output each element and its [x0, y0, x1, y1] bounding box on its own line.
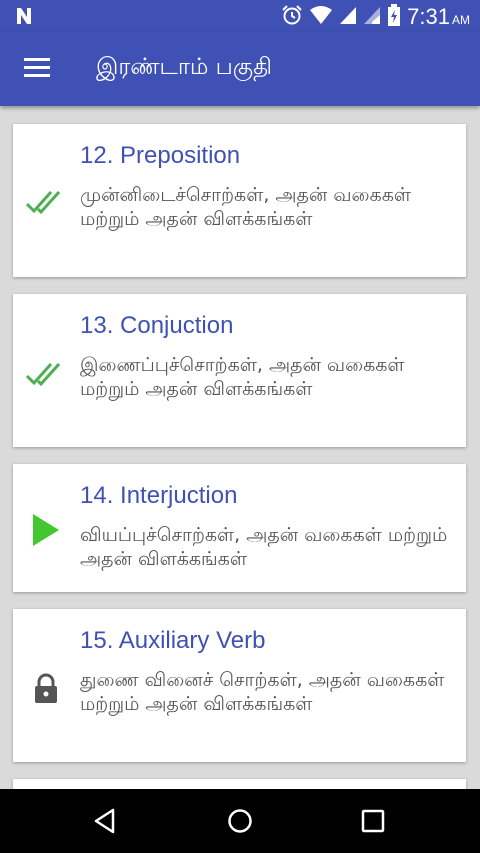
- recents-icon: [361, 809, 385, 833]
- double-check-icon: [25, 356, 67, 394]
- alarm-icon: [281, 4, 303, 30]
- battery-icon: [387, 4, 401, 30]
- lesson-title: 12. Preposition: [80, 142, 241, 169]
- app-bar: இரண்டாம் பகுதி: [0, 32, 480, 106]
- lesson-card-15[interactable]: 15. Auxiliary Verb துணை வினைச் சொற்கள், …: [13, 609, 466, 762]
- status-bar: 7:31 AM: [0, 0, 480, 32]
- lesson-title: 15. Auxiliary Verb: [80, 627, 266, 654]
- lesson-title: 14. Interjuction: [80, 482, 238, 509]
- double-check-icon: [25, 184, 67, 222]
- recents-button[interactable]: [353, 803, 393, 839]
- lesson-title: 13. Conjuction: [80, 312, 234, 339]
- signal-icon: [363, 5, 381, 29]
- hamburger-menu-icon: [24, 58, 50, 77]
- lesson-description: முன்னிடைச்சொற்கள், அதன் வகைகள் மற்றும் அ…: [80, 184, 411, 230]
- lesson-card-partial[interactable]: [13, 779, 466, 789]
- page-title: இரண்டாம் பகுதி: [96, 54, 272, 80]
- lesson-description: இணைப்புச்சொற்கள், அதன் வகைகள் மற்றும் அத…: [80, 354, 405, 400]
- home-icon: [228, 809, 252, 833]
- lesson-card-14[interactable]: 14. Interjuction வியப்புச்சொற்கள், அதன் …: [13, 464, 466, 592]
- lesson-list[interactable]: 12. Preposition முன்னிடைச்சொற்கள், அதன் …: [0, 106, 480, 789]
- home-button[interactable]: [220, 803, 260, 839]
- back-button[interactable]: [86, 803, 126, 839]
- status-time: 7:31 AM: [407, 4, 470, 29]
- signal-icon: [339, 5, 357, 29]
- lesson-card-13[interactable]: 13. Conjuction இணைப்புச்சொற்கள், அதன் வக…: [13, 294, 466, 447]
- lesson-card-12[interactable]: 12. Preposition முன்னிடைச்சொற்கள், அதன் …: [13, 124, 466, 277]
- lesson-description: துணை வினைச் சொற்கள், அதன் வகைகள் மற்றும்…: [80, 669, 445, 715]
- notification-n-icon: [14, 6, 34, 30]
- play-icon: [31, 513, 61, 551]
- back-icon: [94, 808, 115, 834]
- menu-button[interactable]: [16, 52, 56, 86]
- lesson-description: வியப்புச்சொற்கள், அதன் வகைகள் மற்றும் அத…: [80, 524, 448, 570]
- navigation-bar: [0, 789, 480, 853]
- lock-icon: [33, 673, 59, 709]
- wifi-icon: [309, 5, 333, 29]
